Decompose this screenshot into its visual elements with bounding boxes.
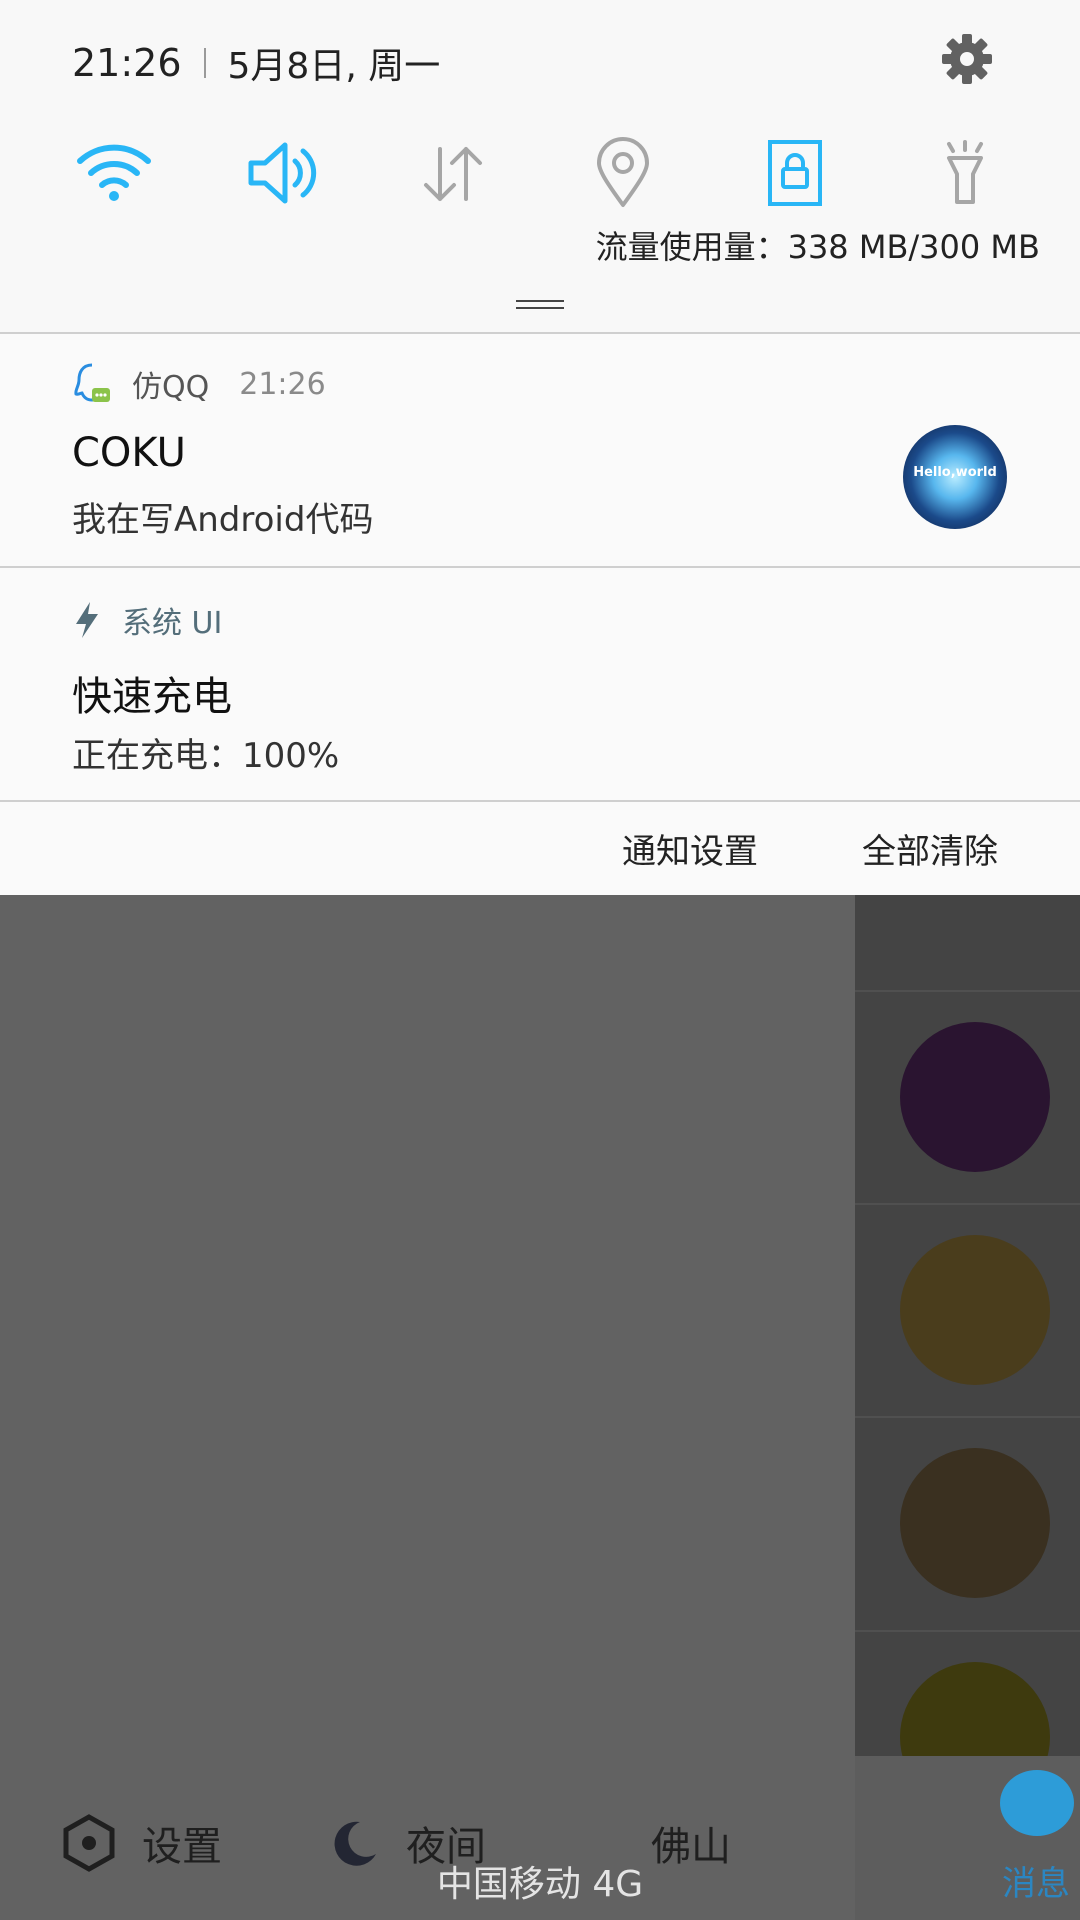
expand-handle[interactable] — [516, 300, 564, 312]
data-usage-label[interactable]: 流量使用量：338 MB/300 MB — [596, 222, 1040, 268]
clear-all-button[interactable]: 全部清除 — [862, 824, 998, 873]
notification-header: 仿QQ 21:26 — [72, 362, 326, 406]
notification-shade: 21:26 5月8日, 周一 流量使用量：338 MB/300 MB 仿QQ 2… — [0, 0, 1080, 895]
avatar — [900, 1448, 1050, 1598]
list-item — [855, 1630, 1080, 1756]
notification-title: COKU — [72, 430, 186, 476]
mobile-data-icon — [424, 147, 482, 201]
carrier-label: 中国移动 4G — [436, 1864, 644, 1905]
flashlight-icon — [947, 140, 983, 204]
notification-header: 系统 UI — [72, 598, 222, 642]
qq-chat-icon — [74, 363, 110, 402]
flashlight-toggle[interactable] — [920, 128, 1010, 218]
avatar — [900, 1235, 1050, 1385]
avatar: Hello,world — [903, 425, 1007, 529]
sound-icon — [248, 142, 317, 204]
screen-lock-toggle[interactable] — [750, 128, 840, 218]
notification-text: 我在写Android代码 — [72, 500, 374, 540]
notification-time: 21:26 — [239, 366, 326, 402]
divider — [203, 48, 206, 78]
notification-actions: 通知设置 全部清除 — [0, 800, 1080, 895]
location-toggle[interactable] — [578, 128, 668, 218]
wifi-icon — [77, 144, 151, 201]
gear-icon — [942, 34, 992, 84]
avatar — [900, 1662, 1050, 1756]
notification-app-name: 仿QQ — [132, 370, 210, 405]
sound-toggle[interactable] — [238, 128, 328, 218]
list-item — [855, 1416, 1080, 1628]
list-item — [855, 990, 1080, 1202]
screen-lock-icon — [768, 140, 822, 206]
mobile-data-toggle[interactable] — [408, 128, 498, 218]
notification-settings-button[interactable]: 通知设置 — [622, 824, 758, 873]
avatar-caption: Hello,world — [913, 465, 997, 480]
notification-title: 快速充电 — [72, 674, 232, 720]
location-icon — [597, 137, 649, 207]
message-bubble-icon — [1000, 1770, 1074, 1836]
avatar — [900, 1022, 1050, 1172]
notification-app-name: 系统 UI — [122, 606, 223, 641]
clock: 21:26 — [72, 41, 182, 85]
status-header: 21:26 5月8日, 周一 — [72, 36, 440, 90]
lightning-icon — [76, 602, 98, 638]
quick-settings — [0, 128, 1080, 218]
settings-button[interactable] — [940, 32, 994, 86]
list-item — [855, 1203, 1080, 1415]
charging-notification[interactable]: 系统 UI 快速充电 正在充电：100% — [0, 566, 1080, 800]
wifi-toggle[interactable] — [69, 128, 159, 218]
notification-text: 正在充电：100% — [72, 736, 340, 776]
screen: 设置 夜间 佛山 消息 中国移动 4G 21:26 5月8日, 周一 流量使用量… — [0, 0, 1080, 1920]
date: 5月8日, 周一 — [227, 46, 441, 87]
